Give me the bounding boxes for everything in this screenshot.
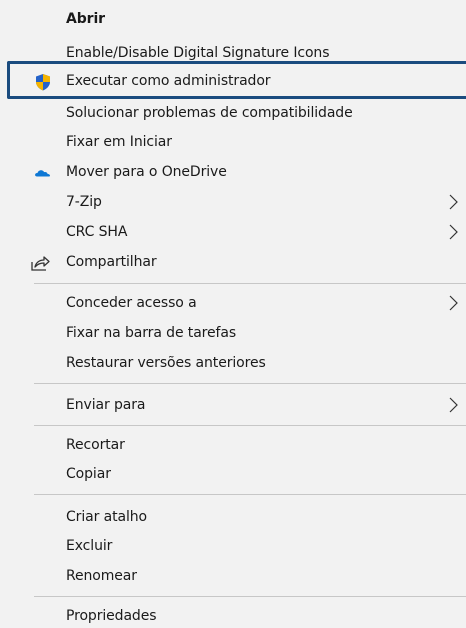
highlight-annotation-box [7, 61, 466, 99]
menu-item-restore-previous-versions[interactable]: Restaurar versões anteriores [0, 348, 466, 378]
menu-item-label: Copiar [66, 466, 111, 482]
menu-item-give-access-to[interactable]: Conceder acesso a [0, 288, 466, 318]
menu-item-label: Compartilhar [66, 254, 157, 270]
chevron-right-icon [446, 294, 460, 312]
menu-item-rename[interactable]: Renomear [0, 561, 466, 591]
menu-item-move-to-onedrive[interactable]: Mover para o OneDrive [0, 157, 466, 187]
menu-item-cut[interactable]: Recortar [0, 430, 466, 460]
menu-item-copy[interactable]: Copiar [0, 459, 466, 489]
menu-item-label: Solucionar problemas de compatibilidade [66, 105, 353, 121]
menu-separator [34, 494, 466, 495]
menu-item-label: 7-Zip [66, 194, 102, 210]
menu-item-send-to[interactable]: Enviar para [0, 390, 466, 420]
menu-item-label: Criar atalho [66, 509, 147, 525]
menu-item-create-shortcut[interactable]: Criar atalho [0, 502, 466, 532]
menu-item-label: Conceder acesso a [66, 295, 197, 311]
menu-item-label: Enviar para [66, 397, 146, 413]
menu-item-label: Fixar em Iniciar [66, 134, 172, 150]
onedrive-cloud-icon [34, 164, 52, 182]
menu-item-delete[interactable]: Excluir [0, 531, 466, 561]
menu-item-label: Enable/Disable Digital Signature Icons [66, 45, 330, 61]
chevron-right-icon [446, 396, 460, 414]
menu-item-label: Excluir [66, 538, 113, 554]
menu-separator [34, 596, 466, 597]
menu-item-properties[interactable]: Propriedades [0, 601, 466, 628]
menu-item-abrir[interactable]: Abrir [0, 4, 466, 34]
chevron-right-icon [446, 223, 460, 241]
menu-item-label: Propriedades [66, 608, 157, 624]
menu-separator [34, 425, 466, 426]
menu-item-label: Restaurar versões anteriores [66, 355, 266, 371]
menu-item-label: Abrir [66, 11, 105, 27]
menu-separator [34, 383, 466, 384]
menu-item-crc-sha[interactable]: CRC SHA [0, 217, 466, 247]
menu-item-pin-to-start[interactable]: Fixar em Iniciar [0, 127, 466, 157]
menu-item-label: CRC SHA [66, 224, 128, 240]
menu-item-label: Fixar na barra de tarefas [66, 325, 237, 341]
menu-item-7zip[interactable]: 7-Zip [0, 187, 466, 217]
share-icon [30, 254, 50, 272]
menu-separator [34, 283, 466, 284]
menu-item-label: Mover para o OneDrive [66, 164, 227, 180]
menu-item-share[interactable]: Compartilhar [0, 247, 466, 277]
menu-item-label: Recortar [66, 437, 125, 453]
context-menu: Abrir Enable/Disable Digital Signature I… [0, 0, 466, 628]
menu-item-troubleshoot-compatibility[interactable]: Solucionar problemas de compatibilidade [0, 98, 466, 128]
menu-item-label: Renomear [66, 568, 137, 584]
menu-item-pin-to-taskbar[interactable]: Fixar na barra de tarefas [0, 318, 466, 348]
chevron-right-icon [446, 193, 460, 211]
